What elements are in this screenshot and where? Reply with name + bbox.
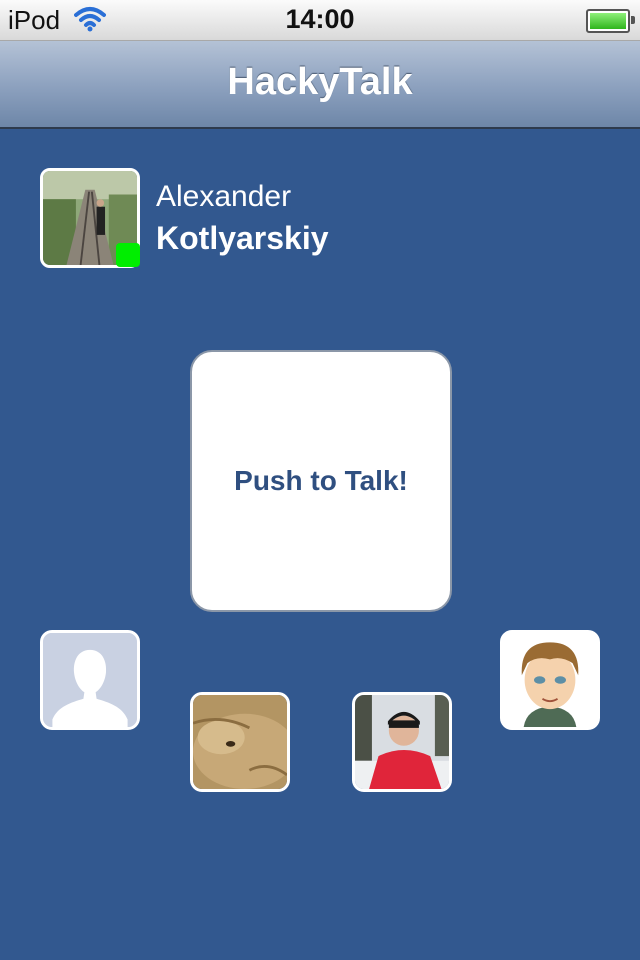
online-status-indicator <box>116 243 140 267</box>
profile-first-name: Alexander <box>156 180 292 213</box>
push-to-talk-button[interactable]: Push to Talk! <box>190 350 452 612</box>
contact-avatar-cartoon[interactable] <box>500 630 600 730</box>
status-bar: iPod 14:00 <box>0 0 640 41</box>
navigation-bar: HackyTalk <box>0 41 640 129</box>
contact-avatar-placeholder[interactable] <box>40 630 140 730</box>
profile-last-name: Kotlyarskiy <box>156 220 329 256</box>
contact-avatar-rabbit[interactable] <box>190 692 290 792</box>
push-to-talk-label: Push to Talk! <box>234 465 408 496</box>
status-time: 14:00 <box>285 4 355 34</box>
user-silhouette-icon <box>43 633 137 727</box>
contact-avatar-skier[interactable] <box>352 692 452 792</box>
app-title: HackyTalk <box>227 61 413 103</box>
battery-icon <box>586 9 635 33</box>
